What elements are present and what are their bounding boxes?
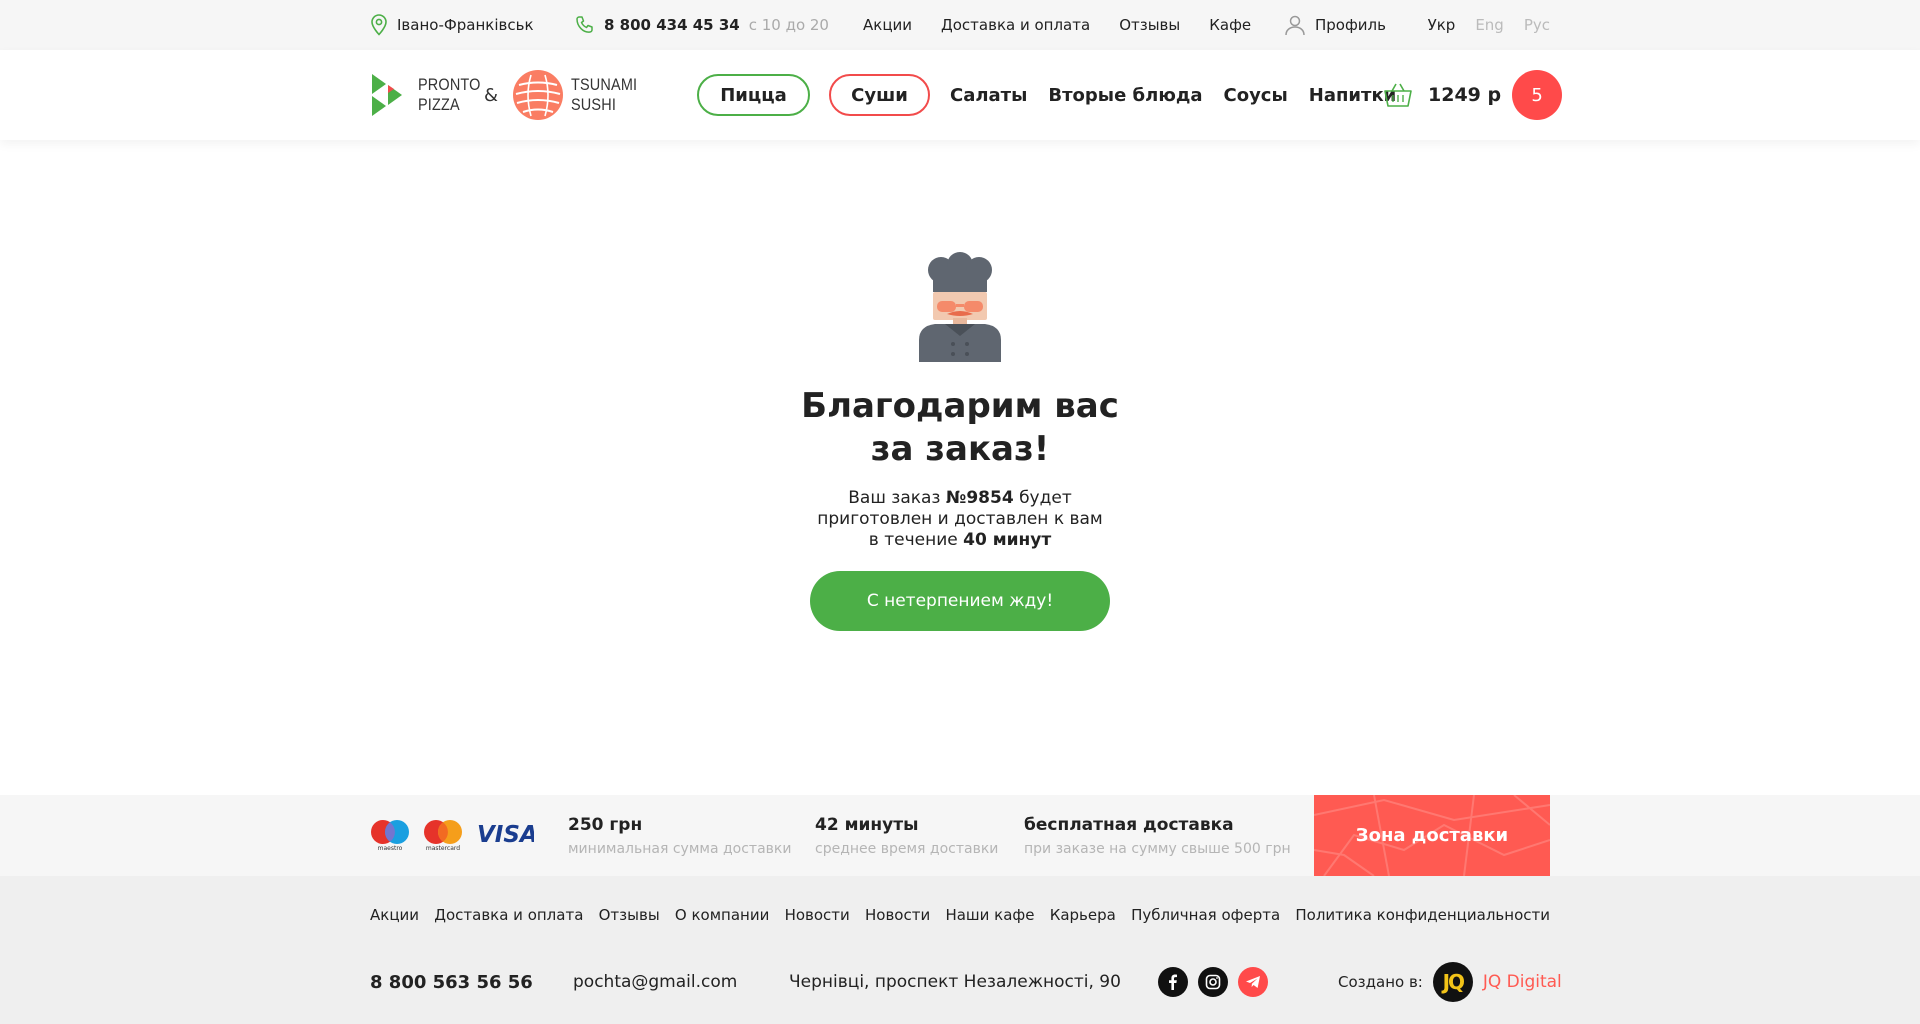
city-label: Івано-Франківськ [397, 16, 534, 34]
nav-sauces[interactable]: Соусы [1224, 85, 1288, 106]
footer-link-privacy[interactable]: Политика конфиденциальности [1295, 906, 1550, 924]
order-description: Ваш заказ №9854 будет приготовлен и дост… [810, 488, 1110, 551]
pronto-line2: PIZZA [418, 95, 460, 114]
working-hours: с 10 до 20 [748, 16, 829, 34]
footer-link-our-cafes[interactable]: Наши кафе [945, 906, 1034, 924]
desc-prefix: Ваш заказ [848, 488, 946, 508]
maestro-label: maestro [378, 845, 403, 851]
order-confirmation: Благодарим вас за заказ! Ваш заказ №9854… [0, 140, 1920, 795]
jq-digital-link[interactable]: JQ Digital [1483, 972, 1562, 992]
free-delivery-caption: при заказе на сумму свыше 500 грн [1024, 841, 1291, 857]
cart[interactable]: 1249 р 5 [1383, 50, 1563, 140]
social-links [1158, 960, 1278, 1004]
lang-ukr[interactable]: Укр [1428, 16, 1456, 34]
chef-icon [919, 252, 1001, 362]
lang-rus[interactable]: Рус [1524, 16, 1550, 34]
tsunami-line1: TSUNAMI [571, 75, 638, 94]
category-nav: Салаты Вторые блюда Соусы Напитки [950, 50, 1396, 140]
lang-eng[interactable]: Eng [1475, 16, 1504, 34]
made-by-label: Создано в: [1338, 973, 1423, 991]
mastercard-label: mastercard [426, 845, 460, 851]
top-phone-number[interactable]: 8 800 434 45 34 [604, 16, 740, 34]
phone-icon [575, 15, 595, 35]
footer-link-careers[interactable]: Карьера [1050, 906, 1116, 924]
cart-count-badge[interactable]: 5 [1512, 70, 1563, 120]
category-sushi-button[interactable]: Суши [829, 74, 930, 116]
cart-total: 1249 р [1428, 84, 1502, 106]
pronto-line1: PRONTO [418, 75, 481, 94]
pronto-pizza-logo[interactable]: PRONTO PIZZA [370, 50, 492, 140]
instagram-icon[interactable] [1198, 967, 1228, 997]
top-nav: Акции Доставка и оплата Отзывы Кафе [863, 0, 1280, 50]
facebook-icon[interactable] [1158, 967, 1188, 997]
maestro-icon: maestro [371, 820, 409, 851]
profile-label: Профиль [1315, 16, 1386, 34]
made-by: Создано в: JQ JQ Digital [1338, 960, 1562, 1004]
avg-time-value: 42 минуты [815, 815, 919, 835]
footer-link-news-2[interactable]: Новости [865, 906, 930, 924]
title-line2: за заказ! [870, 429, 1050, 469]
footer-phone[interactable]: 8 800 563 56 56 [370, 960, 533, 1004]
profile-link[interactable]: Профиль [1284, 0, 1386, 50]
nav-salads[interactable]: Салаты [950, 85, 1027, 106]
city-selector[interactable]: Івано-Франківськ [370, 0, 534, 50]
main-header: PRONTO PIZZA & TSUNAMI SUSHI Пицца Суши … [0, 50, 1920, 140]
footer-address: Чернівці, проспект Незалежності, 90 [789, 972, 1121, 992]
free-delivery-info: бесплатная доставка при заказе на сумму … [1024, 815, 1291, 859]
top-link-cafe[interactable]: Кафе [1209, 16, 1251, 34]
avg-time-caption: среднее время доставки [815, 841, 999, 857]
title-line1: Благодарим вас [801, 386, 1119, 426]
visa-label: VISA [477, 822, 534, 847]
footer-link-promos[interactable]: Акции [370, 906, 419, 924]
footer-email[interactable]: pochta@gmail.com [573, 960, 737, 1004]
language-switcher: Укр Eng Рус [1408, 0, 1550, 50]
free-delivery-value: бесплатная доставка [1024, 815, 1234, 835]
looking-forward-button[interactable]: С нетерпением жду! [810, 571, 1110, 631]
basket-icon [1383, 82, 1413, 108]
phone-block[interactable]: 8 800 434 45 34 с 10 до 20 [575, 0, 829, 50]
delivery-zone-label: Зона доставки [1355, 825, 1509, 846]
tsunami-line2: SUSHI [571, 95, 617, 114]
user-icon [1284, 14, 1306, 36]
pronto-pizza-logo-icon [372, 74, 402, 116]
top-link-delivery[interactable]: Доставка и оплата [941, 16, 1090, 34]
logo-ampersand: & [484, 84, 499, 106]
footer: Акции Доставка и оплата Отзывы О компани… [0, 876, 1920, 1024]
delivery-info-strip: maestro mastercard VISA 250 грн минималь… [0, 795, 1920, 876]
location-pin-icon [370, 14, 388, 36]
nav-main-dishes[interactable]: Вторые блюда [1048, 85, 1202, 106]
footer-nav: Акции Доставка и оплата Отзывы О компани… [370, 906, 1550, 924]
delivery-zone-button[interactable]: Зона доставки [1314, 795, 1550, 876]
footer-link-offer[interactable]: Публичная оферта [1131, 906, 1280, 924]
top-bar: Івано-Франківськ 8 800 434 45 34 с 10 до… [0, 0, 1920, 50]
min-order-info: 250 грн минимальная сумма доставки [568, 815, 791, 859]
order-number: №9854 [945, 488, 1014, 508]
delivery-time: 40 минут [963, 530, 1052, 550]
tsunami-sushi-logo[interactable]: TSUNAMI SUSHI [513, 50, 649, 140]
category-pizza-button[interactable]: Пицца [697, 74, 810, 116]
top-link-promos[interactable]: Акции [863, 16, 912, 34]
footer-link-news[interactable]: Новости [785, 906, 850, 924]
min-order-caption: минимальная сумма доставки [568, 841, 792, 857]
footer-link-about[interactable]: О компании [675, 906, 769, 924]
thank-you-title: Благодарим вас за заказ! [760, 385, 1160, 471]
salmon-logo-icon [513, 70, 563, 120]
visa-icon: VISA [477, 822, 534, 847]
avg-time-info: 42 минуты среднее время доставки [815, 815, 998, 859]
footer-link-delivery[interactable]: Доставка и оплата [434, 906, 583, 924]
telegram-icon[interactable] [1238, 967, 1268, 997]
min-order-value: 250 грн [568, 815, 643, 835]
footer-link-reviews[interactable]: Отзывы [599, 906, 660, 924]
top-link-reviews[interactable]: Отзывы [1119, 16, 1180, 34]
mastercard-icon: mastercard [424, 820, 462, 851]
jq-digital-logo[interactable]: JQ [1432, 962, 1473, 1002]
